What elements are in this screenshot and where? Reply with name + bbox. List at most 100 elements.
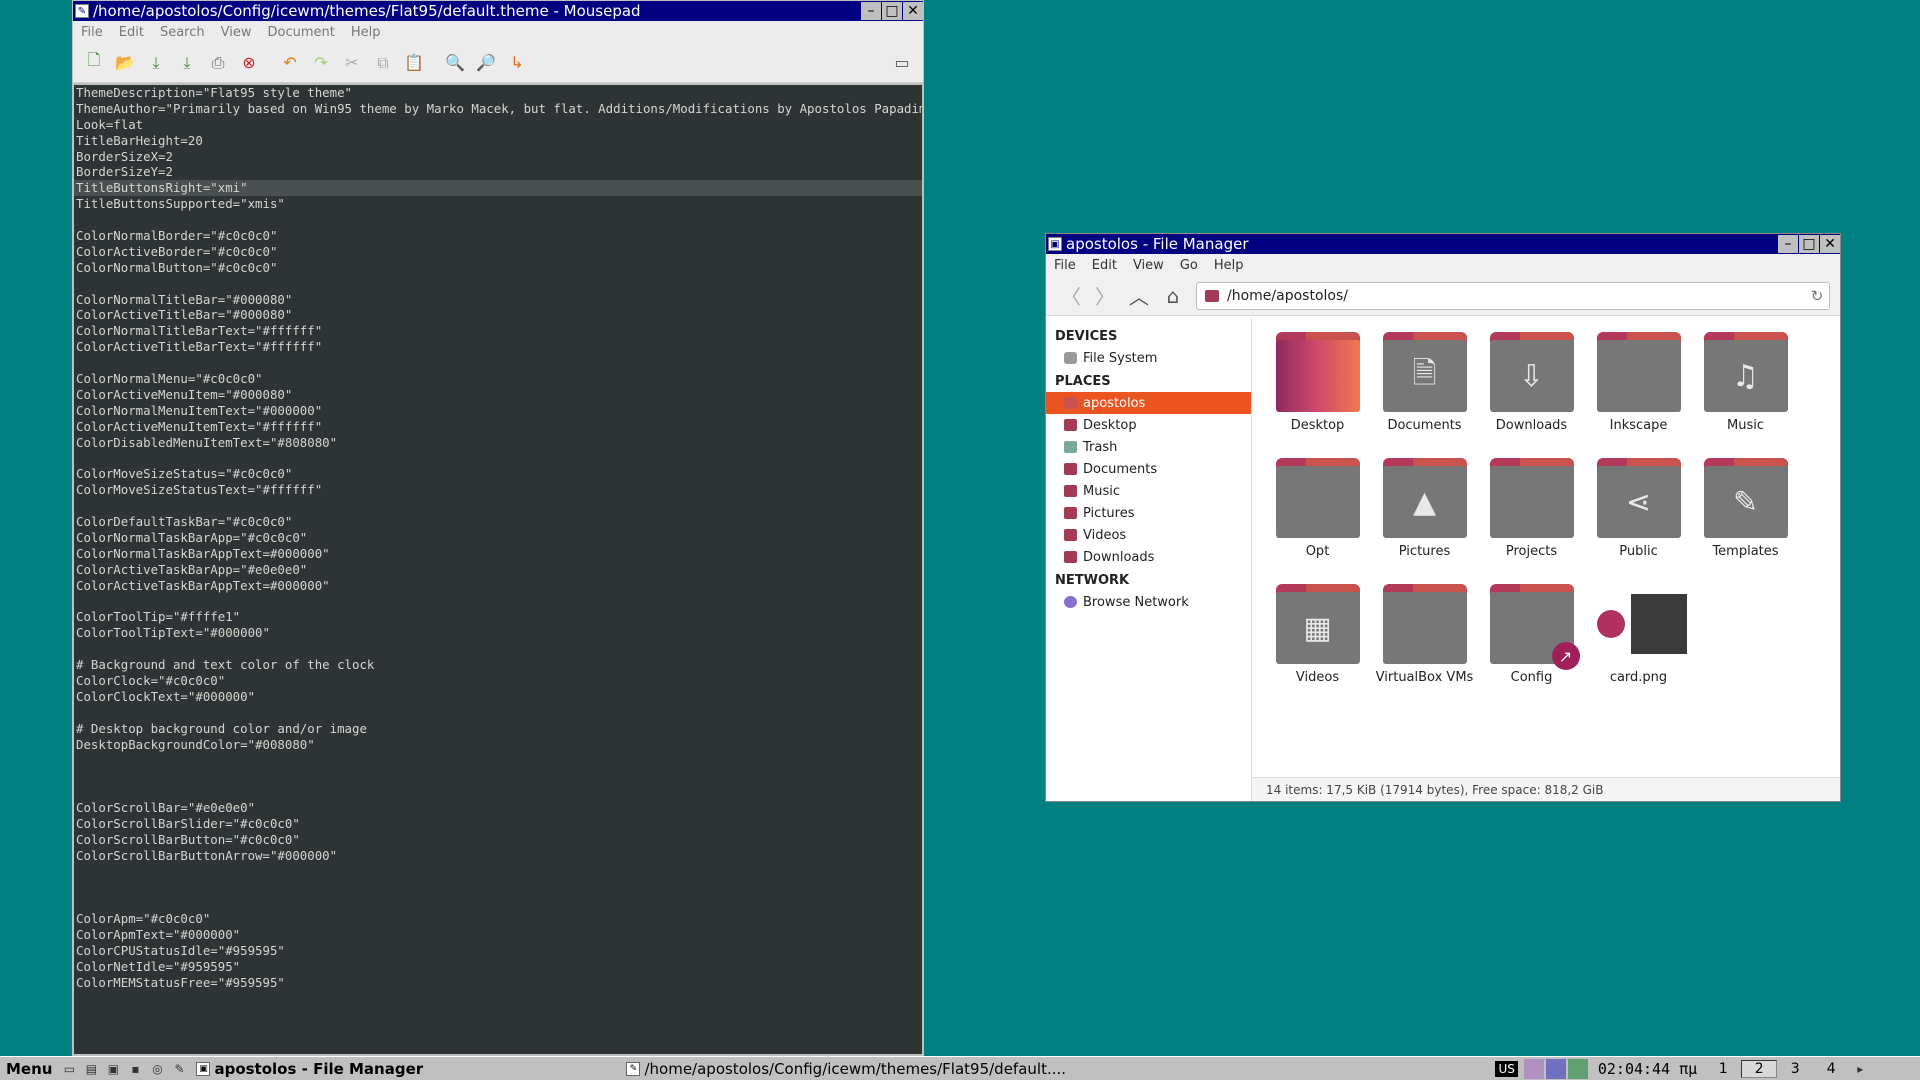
paste-icon[interactable]: 📋 [401,50,427,76]
editor-line: ColorActiveTitleBar="#000080" [76,307,293,323]
close-document-icon[interactable]: ⊗ [236,50,262,76]
home-icon[interactable]: ⌂ [1156,282,1190,310]
file-item[interactable]: card.png [1585,584,1692,710]
workspace-2[interactable]: 2 [1741,1059,1778,1078]
copy-icon[interactable]: ⧉ [370,50,396,76]
file-item[interactable]: ↗ Config [1478,584,1585,710]
maximize-icon[interactable]: □ [882,2,902,20]
file-item[interactable]: VirtualBox VMs [1371,584,1478,710]
editor-line: ColorScrollBarSlider="#c0c0c0" [76,815,300,831]
minimize-icon[interactable]: – [1778,235,1798,253]
fm-menu-help[interactable]: Help [1206,258,1252,273]
fm-menu-file[interactable]: File [1046,258,1084,273]
file-item[interactable]: ▦ Videos [1264,584,1371,710]
filemanager-titlebar[interactable]: ▣ apostolos - File Manager – □ ✕ [1046,234,1840,254]
menu-help[interactable]: Help [343,25,389,40]
workspace-4[interactable]: 4 [1813,1061,1849,1077]
reload-icon[interactable]: ↻ [1805,287,1829,305]
editor-line: ThemeAuthor="Primarily based on Win95 th… [76,100,922,116]
workspace-3[interactable]: 3 [1777,1061,1813,1077]
editor-line: ColorActiveMenuItem="#000080" [76,386,293,402]
close-icon[interactable]: ✕ [1820,235,1840,253]
editor-line: ColorApm="#c0c0c0" [76,911,211,927]
task-button-mousepad[interactable]: ✎ /home/apostolos/Config/icewm/themes/Fl… [620,1058,1495,1080]
cut-icon[interactable]: ✂ [339,50,365,76]
editor-line: TitleButtonsSupported="xmis" [76,196,285,212]
sidebar-item-label: apostolos [1083,395,1146,411]
file-item[interactable]: ♫ Music [1692,332,1799,458]
find-icon[interactable]: 🔍 [442,50,468,76]
new-document-icon[interactable]: 🗋 [81,50,107,76]
file-item[interactable]: Opt [1264,458,1371,584]
fm-menu-edit[interactable]: Edit [1084,258,1125,273]
file-view[interactable]: Desktop 🗎 Documents ⇩ Downloads Inkscape ♫ Musi… [1252,318,1840,801]
mousepad-titlebar[interactable]: ✎ /home/apostolos/Config/icewm/themes/Fl… [73,1,923,21]
browser-launcher-icon[interactable]: ◎ [146,1059,168,1079]
sidebar-item-file-system[interactable]: File System [1046,347,1251,369]
save-icon[interactable]: ⤓ [143,50,169,76]
sidebar-item-documents[interactable]: Documents [1046,458,1251,480]
editor-line: ColorClockText="#000000" [76,688,256,704]
sidebar-item-videos[interactable]: Videos [1046,524,1251,546]
editor-launcher-icon[interactable]: ✎ [168,1059,190,1079]
text-editor[interactable]: ThemeDescription="Flat95 style theme" The… [74,85,922,1054]
file-item[interactable]: 🗎 Documents [1371,332,1478,458]
folder-icon [1205,289,1219,302]
menu-search[interactable]: Search [152,25,213,40]
back-icon[interactable]: 〈 [1054,282,1088,310]
task-button-file-manager[interactable]: ▣ apostolos - File Manager [190,1058,620,1080]
sidebar-header-devices: DEVICES [1055,329,1118,344]
folder-icon: 🗎 [1382,332,1467,412]
menu-document[interactable]: Document [259,25,342,40]
workspace-1[interactable]: 1 [1705,1061,1741,1077]
maximize-icon[interactable]: □ [1799,235,1819,253]
sidebar-item-browse-network[interactable]: Browse Network [1046,591,1251,613]
editor-line: ColorActiveBorder="#c0c0c0" [76,243,278,259]
clock[interactable]: 02:04:44 πμ [1598,1060,1697,1078]
file-manager-launcher-icon[interactable]: ▣ [102,1059,124,1079]
file-item[interactable]: ▲ Pictures [1371,458,1478,584]
file-item[interactable]: Desktop [1264,332,1371,458]
fm-menu-view[interactable]: View [1125,258,1172,273]
go-to-line-icon[interactable]: ↳ [504,50,530,76]
show-desktop-icon[interactable]: ▭ [58,1059,80,1079]
find-replace-icon[interactable]: 🔎 [473,50,499,76]
sidebar-item-music[interactable]: Music [1046,480,1251,502]
mousepad-menubar: File Edit Search View Document Help [73,21,923,43]
redo-icon[interactable]: ↷ [308,50,334,76]
forward-icon[interactable]: 〉 [1088,282,1122,310]
close-icon[interactable]: ✕ [903,2,923,20]
minimize-icon[interactable]: – [861,2,881,20]
parent-folder-icon[interactable]: ︿ [1122,282,1156,310]
file-item[interactable]: ✎ Templates [1692,458,1799,584]
save-as-icon[interactable]: ⤓ [174,50,200,76]
keyboard-layout-indicator[interactable]: US [1495,1060,1518,1077]
sidebar-item-apostolos[interactable]: apostolos [1046,392,1251,414]
revert-icon[interactable]: ⎙ [205,50,231,76]
folder-body [1489,466,1574,538]
terminal-launcher-icon[interactable]: ▪ [124,1059,146,1079]
location-bar[interactable]: /home/apostolos/ ↻ [1196,281,1830,310]
menu-file[interactable]: File [73,25,111,40]
menu-edit[interactable]: Edit [111,25,152,40]
file-item[interactable]: Projects [1478,458,1585,584]
file-item[interactable]: Inkscape [1585,332,1692,458]
menu-view[interactable]: View [213,25,260,40]
file-item[interactable]: ⇩ Downloads [1478,332,1585,458]
open-file-icon[interactable]: 📂 [112,50,138,76]
sidebar-item-trash[interactable]: Trash [1046,436,1251,458]
file-item[interactable]: ⋖ Public [1585,458,1692,584]
fullscreen-icon[interactable]: ▭ [889,50,915,76]
undo-icon[interactable]: ↶ [277,50,303,76]
sidebar-item-downloads[interactable]: Downloads [1046,546,1251,568]
window-list-icon[interactable]: ▤ [80,1059,102,1079]
fm-menu-go[interactable]: Go [1172,258,1206,273]
start-menu-button[interactable]: Menu [0,1060,58,1078]
sidebar-item-pictures[interactable]: Pictures [1046,502,1251,524]
taskbar-arrow-icon[interactable]: ▸ [1849,1059,1871,1079]
sidebar-item-desktop[interactable]: Desktop [1046,414,1251,436]
